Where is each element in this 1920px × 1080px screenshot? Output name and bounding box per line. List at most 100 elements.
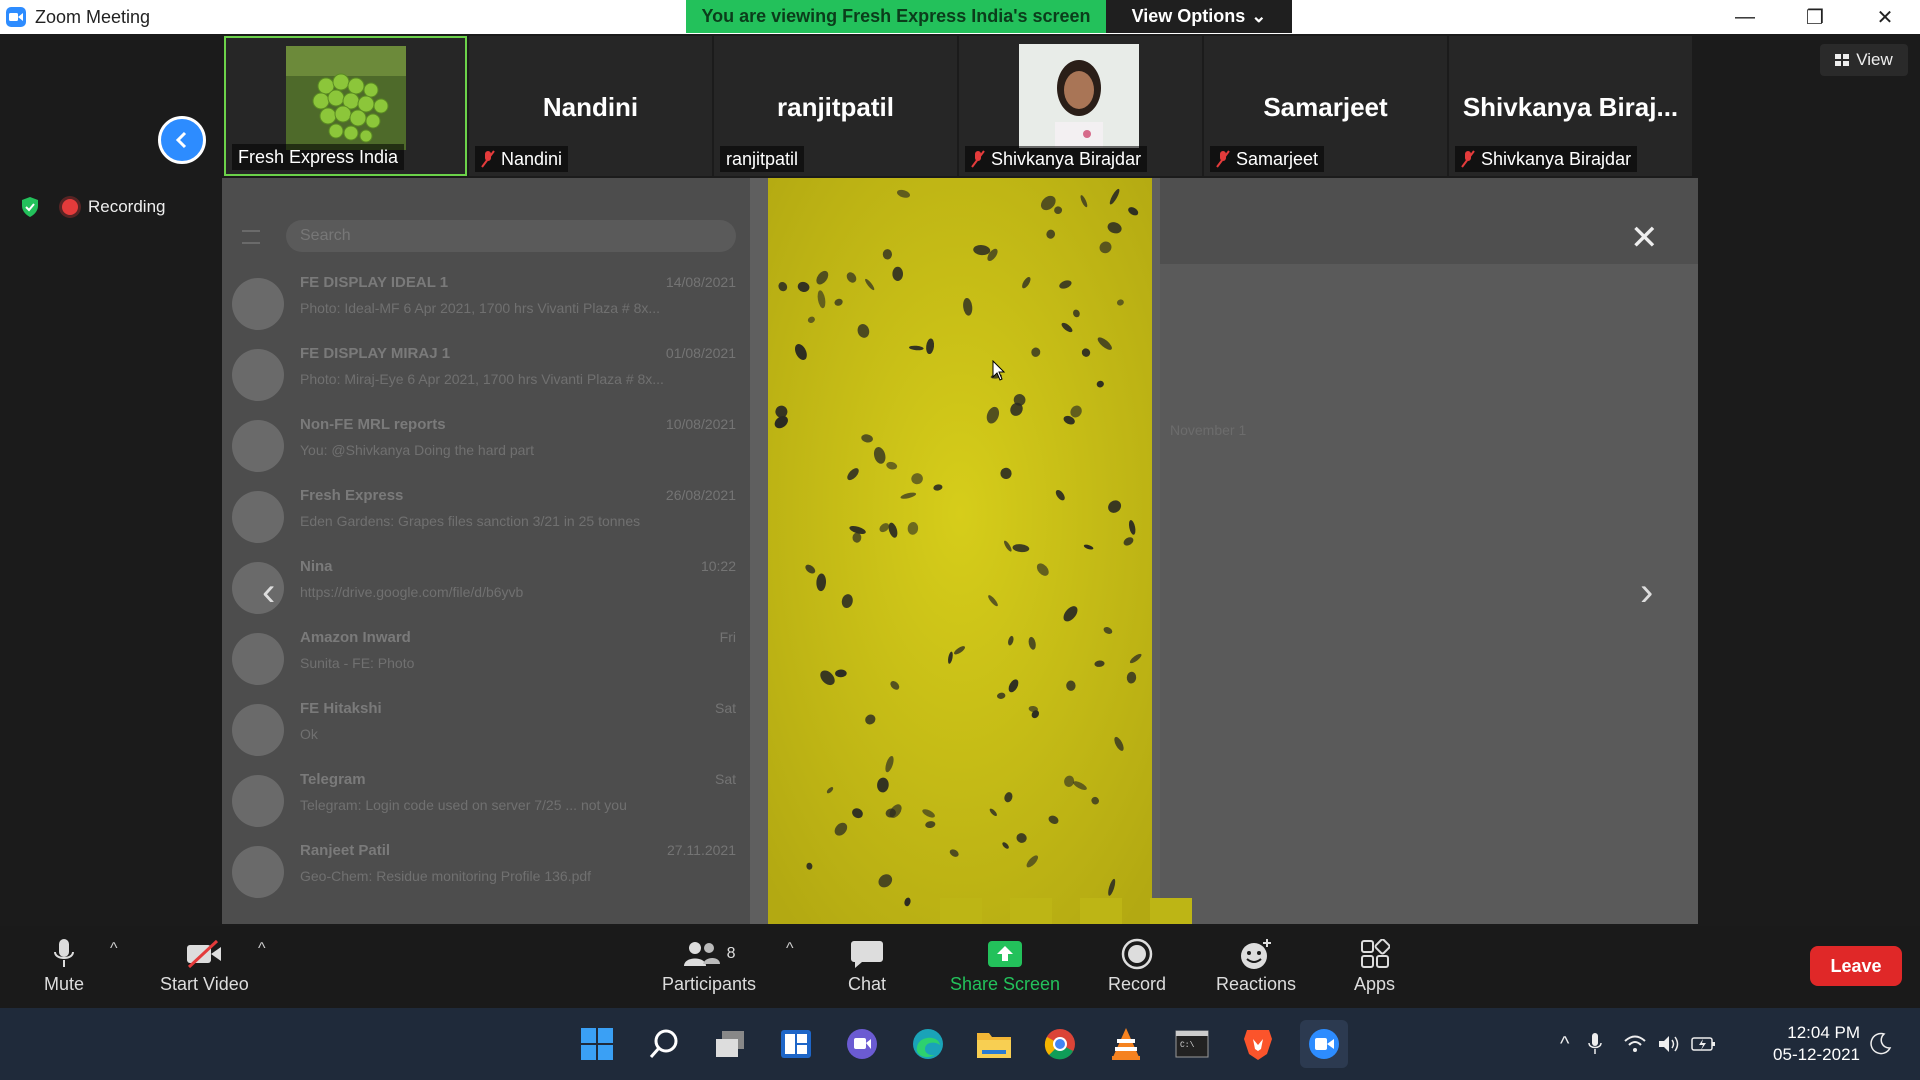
speaker-icon[interactable] — [1657, 1034, 1681, 1054]
shared-chat-list: Search FE DISPLAY IDEAL 1 14/08/2021 Photo… — [222, 178, 750, 924]
participants-button[interactable]: 8 Participants — [662, 934, 756, 995]
minimize-button[interactable]: — — [1710, 0, 1780, 34]
participant-name-label: Fresh Express India — [232, 144, 405, 170]
muted-mic-icon — [1216, 150, 1230, 168]
chat-date: 27.11.2021 — [666, 842, 736, 858]
share-screen-button[interactable]: Share Screen — [950, 934, 1060, 995]
search-icon[interactable] — [640, 1020, 688, 1068]
participant-name: Nandini — [501, 148, 563, 169]
edge-browser-icon[interactable] — [904, 1020, 952, 1068]
sticky-trap-image — [768, 178, 1152, 924]
system-tray: ^ — [1560, 1008, 1717, 1080]
teams-chat-icon[interactable] — [838, 1020, 886, 1068]
participant-name: Shivkanya Birajdar — [991, 148, 1142, 169]
wifi-icon[interactable] — [1623, 1034, 1647, 1054]
record-button[interactable]: Record — [1108, 934, 1166, 995]
recording-dot-icon — [62, 199, 78, 215]
clock-date: 05-12-2021 — [1773, 1045, 1860, 1064]
share-screen-icon — [988, 941, 1023, 967]
participant-tile[interactable]: Shivkanya Birajdar — [959, 36, 1202, 176]
muted-mic-icon — [481, 150, 495, 168]
chevron-down-icon: ⌄ — [1251, 6, 1267, 26]
shared-chat-row: Fresh Express 26/08/2021 Eden Gardens: Gra… — [222, 477, 750, 549]
sticky-trap-photo — [768, 178, 1152, 924]
start-video-button[interactable]: Start Video — [160, 934, 249, 995]
chat-preview: Telegram: Login code used on server 7/25… — [300, 797, 627, 813]
taskbar-clock[interactable]: 12:04 PM 05-12-2021 — [1760, 1022, 1860, 1066]
restore-button[interactable]: ❐ — [1780, 0, 1850, 34]
chat-name: FE DISPLAY IDEAL 1 — [300, 274, 449, 291]
participant-big-name: Shivkanya Biraj... — [1462, 92, 1679, 122]
thumbnail-strip-item[interactable] — [1010, 898, 1052, 924]
zoom-taskbar-icon[interactable] — [1300, 1020, 1348, 1068]
chat-preview: Ok — [300, 726, 318, 742]
chat-avatar — [232, 846, 284, 898]
close-button[interactable]: ✕ — [1850, 0, 1920, 34]
shared-search-box: Search — [286, 220, 736, 252]
view-layout-label: View — [1856, 50, 1893, 69]
shared-screen[interactable]: Search FE DISPLAY IDEAL 1 14/08/2021 Photo… — [222, 178, 1698, 924]
clock-time: 12:04 PM — [1787, 1023, 1860, 1042]
participant-name-label: Shivkanya Birajdar — [965, 146, 1148, 172]
participant-name: ranjitpatil — [726, 148, 799, 169]
thumbnail-strip-item[interactable] — [940, 898, 982, 924]
close-viewer-icon[interactable]: ✕ — [1630, 218, 1659, 258]
participant-name-label: Shivkanya Birajdar — [1455, 146, 1638, 172]
audio-options-caret-icon[interactable]: ^ — [110, 940, 118, 958]
recording-indicator[interactable]: Recording — [62, 189, 190, 225]
next-arrow-icon[interactable]: › — [1640, 570, 1653, 615]
zoom-app-icon — [6, 7, 26, 27]
chat-avatar — [232, 633, 284, 685]
terminal-icon[interactable]: C:\ — [1168, 1020, 1216, 1068]
chat-avatar — [232, 562, 284, 614]
mouse-cursor-icon — [992, 360, 1006, 381]
apps-button[interactable]: Apps — [1354, 934, 1395, 995]
video-options-caret-icon[interactable]: ^ — [258, 940, 266, 958]
view-layout-button[interactable]: View — [1820, 44, 1908, 76]
participant-tile[interactable]: Shivkanya Biraj... Shivkanya Birajdar — [1449, 36, 1692, 176]
reactions-button[interactable]: Reactions — [1216, 934, 1296, 995]
chat-bubble-icon — [851, 941, 884, 968]
notifications-moon-icon[interactable] — [1870, 1032, 1892, 1056]
brave-browser-icon[interactable] — [1234, 1020, 1282, 1068]
thumbnail-strip-item[interactable] — [1150, 898, 1192, 924]
chat-avatar — [232, 349, 284, 401]
show-hidden-icons-icon[interactable]: ^ — [1560, 1033, 1569, 1056]
participants-options-caret-icon[interactable]: ^ — [786, 940, 794, 958]
widgets-icon[interactable] — [772, 1020, 820, 1068]
participant-tile[interactable]: Samarjeet Samarjeet — [1204, 36, 1447, 176]
chevron-left-icon — [175, 131, 187, 149]
task-view-icon[interactable] — [706, 1020, 754, 1068]
microphone-tray-icon[interactable] — [1587, 1032, 1603, 1056]
view-options-button[interactable]: View Options ⌄ — [1106, 0, 1292, 33]
shared-chat-row: Nina 10:22 https://drive.google.com/file/d… — [222, 548, 750, 620]
chat-preview: You: @Shivkanya Doing the hard part — [300, 442, 534, 458]
view-options-label: View Options — [1131, 6, 1246, 26]
mute-button[interactable]: Mute — [44, 934, 84, 995]
reactions-label: Reactions — [1216, 974, 1297, 994]
collapse-thumbnails-button[interactable] — [158, 116, 206, 164]
vlc-player-icon[interactable] — [1102, 1020, 1150, 1068]
start-menu-icon[interactable] — [573, 1020, 621, 1068]
grapes-avatar-photo — [286, 46, 406, 150]
chat-date: 14/08/2021 — [665, 274, 736, 290]
shared-chat-row: FE DISPLAY MIRAJ 1 01/08/2021 Photo: Miraj… — [222, 335, 750, 407]
chat-button[interactable]: Chat — [848, 934, 886, 995]
participant-tile[interactable]: ranjitpatil ranjitpatil — [714, 36, 957, 176]
file-explorer-icon[interactable] — [970, 1020, 1018, 1068]
leave-button[interactable]: Leave — [1810, 946, 1902, 986]
participant-tile[interactable]: Nandini Nandini — [469, 36, 712, 176]
share-screen-label: Share Screen — [950, 974, 1061, 994]
battery-icon[interactable] — [1691, 1034, 1717, 1054]
shared-chat-row: Telegram Sat Telegram: Login code used on … — [222, 761, 750, 833]
previous-arrow-icon[interactable]: ‹ — [262, 570, 275, 615]
chrome-browser-icon[interactable] — [1036, 1020, 1084, 1068]
microphone-icon — [54, 939, 75, 967]
chat-preview: Photo: Miraj-Eye 6 Apr 2021, 1700 hrs Vi… — [300, 371, 664, 387]
participant-tile[interactable]: Fresh Express India — [224, 36, 467, 176]
shield-icon[interactable] — [20, 196, 40, 218]
apps-icon — [1360, 939, 1390, 968]
participants-count: 8 — [726, 945, 736, 962]
thumbnail-strip-item[interactable] — [1080, 898, 1122, 924]
windows-taskbar: C:\ ^ 12:04 PM 05-12-2021 — [0, 1008, 1920, 1080]
